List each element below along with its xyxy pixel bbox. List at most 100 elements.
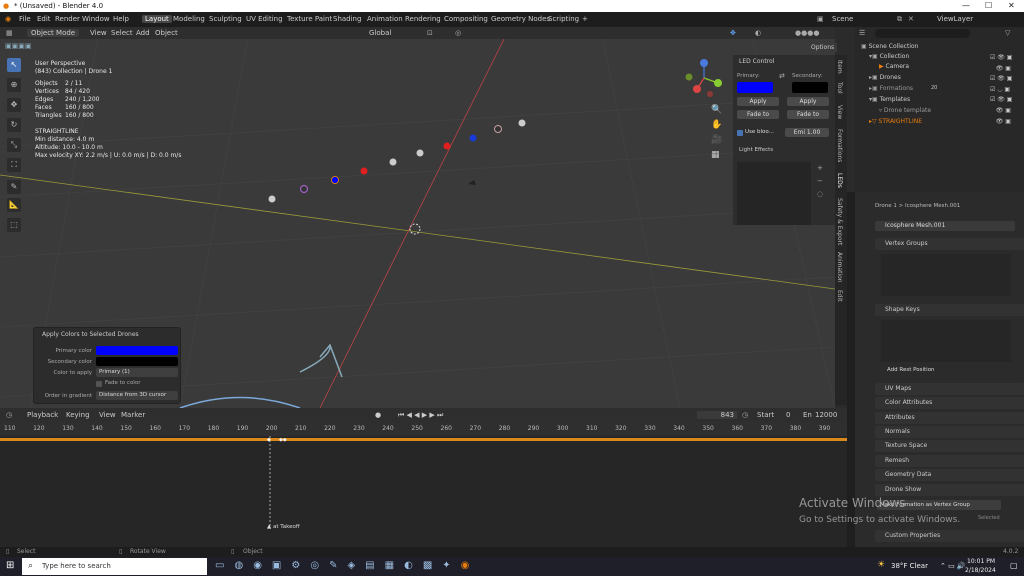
app-icon[interactable]: ⚙ xyxy=(291,560,310,571)
timeline-menu-playback[interactable]: Playback xyxy=(27,411,58,419)
section-remesh[interactable]: Remesh xyxy=(875,455,1024,467)
redo-primary-color-swatch[interactable] xyxy=(96,346,178,355)
outliner-row-formations[interactable]: ▸▣ Formations xyxy=(869,85,913,92)
tab-geometry-nodes[interactable]: Geometry Nodes xyxy=(491,15,550,23)
outliner-row-camera[interactable]: ▶ Camera xyxy=(879,63,909,70)
redo-panel-title[interactable]: Apply Colors to Selected Drones xyxy=(42,331,139,338)
sidebar-tab-animation[interactable]: Animation xyxy=(836,252,843,283)
timeline-menu-keying[interactable]: Keying xyxy=(66,411,90,419)
start-frame-field[interactable]: 0 xyxy=(786,411,790,419)
tab-modeling[interactable]: Modeling xyxy=(173,15,205,23)
swap-colors-icon[interactable]: ⇄ xyxy=(779,72,785,80)
clock-time[interactable]: 10:01 PM xyxy=(967,558,995,565)
section-drone-show[interactable]: Drone Show xyxy=(875,484,1024,496)
timeline-ruler[interactable]: 110 120 130 140 150 160 170 180 190 200 210 220 230 2… xyxy=(0,422,847,436)
notification-icon[interactable]: ▢ xyxy=(1010,561,1018,570)
viewport-menu-object[interactable]: Object xyxy=(155,29,178,37)
transform-orientation[interactable]: Global xyxy=(369,29,391,37)
section-color-attributes[interactable]: Color Attributes xyxy=(875,397,1024,409)
weather-text[interactable]: 38°F Clear xyxy=(891,562,928,570)
order-in-gradient-dropdown[interactable]: Distance from 3D cursor xyxy=(96,391,178,400)
add-workspace-button[interactable]: + xyxy=(582,15,588,23)
gizmo-toggle-icon[interactable]: ✥ xyxy=(730,29,736,37)
editor-type-icon[interactable]: ▦ xyxy=(6,29,13,37)
scene-remove-icon[interactable]: ✕ xyxy=(908,15,914,23)
chrome-icon[interactable]: ◍ xyxy=(234,560,253,571)
viewport-options-button[interactable]: Options xyxy=(808,43,838,52)
keyframe-diamond-icon[interactable]: ◆◆ xyxy=(279,437,287,443)
task-view-icon[interactable]: ▭ xyxy=(215,560,234,571)
emission-field[interactable]: Emi 1.00 xyxy=(785,128,829,137)
secondary-color-swatch[interactable] xyxy=(792,82,828,93)
visibility-eye-icon[interactable]: ☑ 👁 ▣ xyxy=(990,53,1012,64)
duplicate-effect-icon[interactable]: ◌ xyxy=(817,188,823,201)
minimize-button[interactable]: — xyxy=(962,1,970,10)
filter-icon[interactable]: ▽ xyxy=(1005,29,1010,37)
overlay-toggle-icon[interactable]: ◐ xyxy=(755,29,761,37)
scene-copy-icon[interactable]: ⧉ xyxy=(897,15,902,24)
view-layer-selector[interactable]: ViewLayer xyxy=(937,15,973,23)
light-effects-list[interactable] xyxy=(737,162,811,225)
menu-edit[interactable]: Edit xyxy=(37,15,51,23)
visibility-eye-icon[interactable]: 👁 ▣ xyxy=(990,117,1012,128)
blender-taskbar-icon[interactable]: ◉ xyxy=(461,560,480,571)
close-button[interactable]: ✕ xyxy=(1008,1,1015,10)
select-box-tool-icon[interactable]: ↖ xyxy=(7,58,21,72)
vertex-groups-list[interactable] xyxy=(881,254,1011,296)
redo-secondary-color-swatch[interactable] xyxy=(96,357,178,366)
app-icon[interactable]: ◐ xyxy=(404,560,423,571)
shape-keys-header[interactable]: Shape Keys xyxy=(875,304,1024,316)
shape-keys-list[interactable] xyxy=(881,320,1011,362)
tab-animation[interactable]: Animation xyxy=(367,15,403,23)
visibility-eye-icon[interactable]: ☑ 👁 ▣ xyxy=(990,74,1012,85)
color-to-apply-dropdown[interactable]: Primary (1) xyxy=(96,368,178,377)
menu-render[interactable]: Render xyxy=(55,15,80,23)
sidebar-tab-safety-export[interactable]: Safety & Export xyxy=(836,198,843,245)
sidebar-tab-edit[interactable]: Edit xyxy=(836,290,843,302)
app-icon[interactable]: ▩ xyxy=(423,560,442,571)
cursor-tool-icon[interactable]: ⊕ xyxy=(7,78,21,92)
viewport-menu-view[interactable]: View xyxy=(90,29,107,37)
navigation-gizmo[interactable] xyxy=(683,57,725,99)
vertex-groups-header[interactable]: Vertex Groups xyxy=(875,238,1024,250)
timeline-menu-marker[interactable]: Marker xyxy=(121,411,145,419)
outliner-row-drones[interactable]: ▸▣ Drones xyxy=(869,74,901,81)
tab-layout[interactable]: Layout xyxy=(142,15,172,23)
playback-controls[interactable]: ⏮ ◀ ◀ ▶ ▶ ⏭ xyxy=(398,411,443,420)
app-icon[interactable]: ◎ xyxy=(310,560,329,571)
section-attributes[interactable]: Attributes xyxy=(875,412,1024,424)
section-normals[interactable]: Normals xyxy=(875,426,1024,438)
light-effects-header[interactable]: Light Effects xyxy=(739,147,773,153)
add-cube-tool-icon[interactable]: ⬚ xyxy=(7,218,21,232)
sidebar-tab-view[interactable]: View xyxy=(836,105,843,119)
outliner-row-straightline[interactable]: ▸▽ STRAIGHTLINE xyxy=(869,118,922,125)
remove-effect-icon[interactable]: − xyxy=(817,175,823,188)
sidebar-tab-leds[interactable]: LEDs xyxy=(836,173,843,188)
tray-icons[interactable]: ⌃ ▭ 🔊 xyxy=(940,562,966,570)
measure-tool-icon[interactable]: 📐 xyxy=(7,198,21,212)
blender-menu-icon[interactable]: ◉ xyxy=(5,15,11,23)
rotate-tool-icon[interactable]: ↻ xyxy=(7,118,21,132)
outliner-row-scene-collection[interactable]: ▣ Scene Collection xyxy=(861,43,918,50)
tab-shading[interactable]: Shading xyxy=(333,15,361,23)
scale-tool-icon[interactable]: ⤡ xyxy=(7,138,21,152)
outliner-search-input[interactable] xyxy=(875,29,970,38)
app-icon[interactable]: ◈ xyxy=(347,560,365,571)
visibility-eye-icon[interactable]: 👁 ▣ xyxy=(990,64,1012,75)
outliner-row-collection[interactable]: ▾▣ Collection xyxy=(869,53,909,60)
outliner-type-icon[interactable]: ☰ xyxy=(859,29,865,37)
apply-primary-button[interactable]: Apply xyxy=(737,97,779,106)
section-geometry-data[interactable]: Geometry Data xyxy=(875,469,1024,481)
transform-tool-icon[interactable]: ⛶ xyxy=(7,158,21,172)
visibility-eye-icon[interactable]: ☑ 👁 ▣ xyxy=(990,95,1012,106)
ortho-grid-icon[interactable]: ▦ xyxy=(711,148,722,163)
add-rest-position-checkbox[interactable]: Add Rest Position xyxy=(887,367,935,373)
app-icon[interactable]: ✎ xyxy=(329,560,347,571)
camera-view-icon[interactable]: 🎥 xyxy=(711,133,722,148)
timeline-editor-icon[interactable]: ◷ xyxy=(6,411,12,419)
record-icon[interactable]: ● xyxy=(375,411,381,419)
takeoff-marker[interactable]: ▲ at Takeoff xyxy=(267,524,300,530)
move-tool-icon[interactable]: ✥ xyxy=(7,98,21,112)
playhead-marker-icon[interactable]: ◆ xyxy=(267,437,271,443)
clock-date[interactable]: 2/18/2024 xyxy=(965,567,996,574)
